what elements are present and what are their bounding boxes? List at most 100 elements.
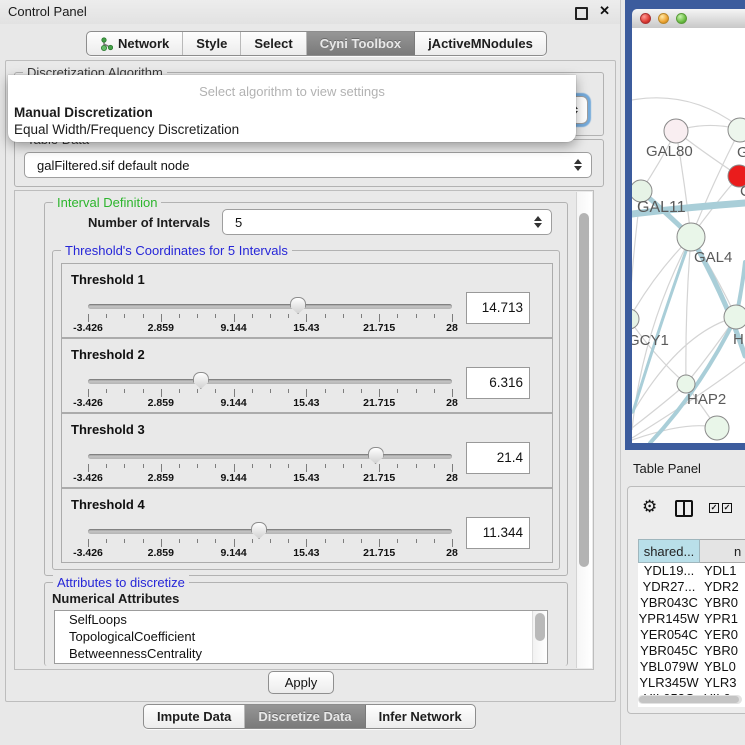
popup-item-equal-width-frequency[interactable]: Equal Width/Frequency Discretization	[8, 121, 576, 138]
list-scrollbar-thumb[interactable]	[535, 613, 545, 641]
threshold-4-slider-track[interactable]	[88, 529, 452, 534]
vertical-scrollbar[interactable]	[576, 192, 592, 668]
threshold-1-value-field[interactable]: 14.713	[466, 292, 530, 324]
popup-item-hint: Select algorithm to view settings	[8, 75, 576, 100]
network-edge[interactable]	[632, 98, 738, 126]
tab-jactivemnodules-label: jActiveMNodules	[428, 36, 533, 51]
close-icon[interactable]: ✕	[599, 3, 610, 19]
columns-icon[interactable]	[675, 500, 693, 517]
cell-name[interactable]: YDL1	[700, 563, 745, 579]
cell-name[interactable]: YER0	[700, 627, 745, 643]
network-canvas[interactable]: GAL80GCGAL11GAL4GCY1HHAP2	[632, 28, 745, 443]
network-edge[interactable]	[632, 426, 717, 440]
threshold-1-label: Threshold 1	[71, 272, 145, 287]
table-row[interactable]: YBR045CYBR0	[638, 643, 745, 659]
number-of-intervals-spinner[interactable]: 5	[222, 209, 552, 235]
network-node[interactable]	[724, 305, 745, 329]
network-node[interactable]	[705, 416, 729, 440]
tab-infer-network[interactable]: Infer Network	[366, 705, 475, 728]
threshold-4-box: Threshold 4-3.4262.8599.14415.4321.71528…	[61, 488, 553, 563]
list-scrollbar[interactable]	[532, 611, 547, 663]
column-header-shared[interactable]: shared...	[638, 539, 700, 563]
network-node[interactable]	[728, 118, 745, 142]
cell-shared-name[interactable]: YDR27...	[638, 579, 700, 595]
popup-item-manual-discretization[interactable]: Manual Discretization	[8, 104, 576, 121]
tab-discretize-data[interactable]: Discretize Data	[245, 705, 365, 728]
cell-name[interactable]: YDR2	[700, 579, 745, 595]
cell-name[interactable]: YLR3	[700, 675, 745, 691]
table-body: YDL19...YDL1YDR27...YDR2YBR043CYBR0YPR14…	[638, 563, 745, 707]
attribute-list-item[interactable]: SelfLoops	[55, 611, 547, 628]
table-row[interactable]: YBR043CYBR0	[638, 595, 745, 611]
zoom-traffic-light-icon[interactable]	[676, 13, 687, 24]
numerical-attributes-label: Numerical Attributes	[52, 591, 179, 606]
network-node-label: GAL80	[646, 143, 693, 160]
cell-shared-name[interactable]: YBR043C	[638, 595, 700, 611]
gear-icon[interactable]: ⚙	[642, 498, 657, 515]
tab-network[interactable]: Network	[87, 32, 183, 55]
float-window-icon[interactable]	[575, 7, 588, 20]
tab-jactivemnodules[interactable]: jActiveMNodules	[415, 32, 546, 55]
thresholds-group: Threshold's Coordinates for 5 Intervals …	[52, 250, 560, 570]
cell-name[interactable]: YBL0	[700, 659, 745, 675]
table-row[interactable]: YPR145WYPR1	[638, 611, 745, 627]
tab-style[interactable]: Style	[183, 32, 241, 55]
slider-tick-labels: -3.4262.8599.14415.4321.71528	[88, 472, 452, 484]
tab-impute-data[interactable]: Impute Data	[144, 705, 245, 728]
node-attribute-table: shared... n YDL19...YDL1YDR27...YDR2YBR0…	[638, 539, 745, 707]
threshold-1-box: Threshold 1-3.4262.8599.14415.4321.71528…	[61, 263, 553, 338]
network-view-window: GAL80GCGAL11GAL4GCY1HHAP2	[625, 0, 745, 450]
cell-shared-name[interactable]: YER054C	[638, 627, 700, 643]
minimize-traffic-light-icon[interactable]	[658, 13, 669, 24]
threshold-1-slider-handle[interactable]	[290, 297, 306, 314]
table-row[interactable]: YDR27...YDR2	[638, 579, 745, 595]
slider-tick-labels: -3.4262.8599.14415.4321.71528	[88, 547, 452, 559]
threshold-3-value-field[interactable]: 21.4	[466, 442, 530, 474]
attribute-list-item[interactable]: BetweennessCentrality	[55, 645, 547, 662]
table-data-combobox[interactable]: galFiltered.sif default node	[24, 152, 592, 178]
threshold-1-slider-track[interactable]	[88, 304, 452, 309]
cell-shared-name[interactable]: YDL19...	[638, 563, 700, 579]
network-edge[interactable]	[686, 237, 691, 384]
network-node[interactable]	[677, 223, 705, 251]
table-row[interactable]: YER054CYER0	[638, 627, 745, 643]
network-edge-highlighted[interactable]	[650, 262, 745, 443]
network-node[interactable]	[632, 309, 639, 329]
close-traffic-light-icon[interactable]	[640, 13, 651, 24]
tab-cyni-toolbox[interactable]: Cyni Toolbox	[307, 32, 415, 55]
cell-name[interactable]: YPR1	[700, 611, 745, 627]
apply-button[interactable]: Apply	[268, 671, 334, 694]
threshold-4-slider-handle[interactable]	[251, 522, 267, 539]
threshold-3-slider-handle[interactable]	[368, 447, 384, 464]
column-header-name[interactable]: n	[700, 539, 745, 563]
table-row[interactable]: YLR345WYLR3	[638, 675, 745, 691]
vertical-scrollbar-thumb[interactable]	[579, 213, 589, 567]
tab-select-label: Select	[254, 36, 292, 51]
table-row[interactable]: YDL19...YDL1	[638, 563, 745, 579]
cell-shared-name[interactable]: YBR045C	[638, 643, 700, 659]
numerical-attributes-list[interactable]: SelfLoopsTopologicalCoefficientBetweenne…	[54, 610, 548, 664]
table-row[interactable]: YBL079WYBL0	[638, 659, 745, 675]
threshold-4-value-field[interactable]: 11.344	[466, 517, 530, 549]
cell-shared-name[interactable]: YBL079W	[638, 659, 700, 675]
slider-ticks	[88, 313, 452, 322]
cell-name[interactable]: YBR0	[700, 595, 745, 611]
threshold-2-value-field[interactable]: 6.316	[466, 367, 530, 399]
tab-select[interactable]: Select	[241, 32, 306, 55]
network-edge[interactable]	[632, 237, 691, 319]
slider-ticks	[88, 538, 452, 547]
select-all-checkbox-icon[interactable]: ✓	[709, 503, 719, 513]
number-of-intervals-label: Number of Intervals	[88, 215, 210, 230]
cell-name[interactable]: YBR0	[700, 643, 745, 659]
cell-shared-name[interactable]: YPR145W	[638, 611, 700, 627]
horizontal-scrollbar-thumb[interactable]	[639, 696, 739, 703]
attribute-list-item[interactable]: TopologicalCoefficient	[55, 628, 547, 645]
threshold-2-slider-handle[interactable]	[193, 372, 209, 389]
threshold-3-slider-track[interactable]	[88, 454, 452, 459]
algorithm-dropdown-popup: Select algorithm to view settings Manual…	[8, 75, 576, 142]
horizontal-scrollbar[interactable]	[638, 695, 742, 704]
select-all-checkbox-icon-2[interactable]: ✓	[722, 503, 732, 513]
network-node[interactable]	[664, 119, 688, 143]
threshold-2-slider-track[interactable]	[88, 379, 452, 384]
cell-shared-name[interactable]: YLR345W	[638, 675, 700, 691]
